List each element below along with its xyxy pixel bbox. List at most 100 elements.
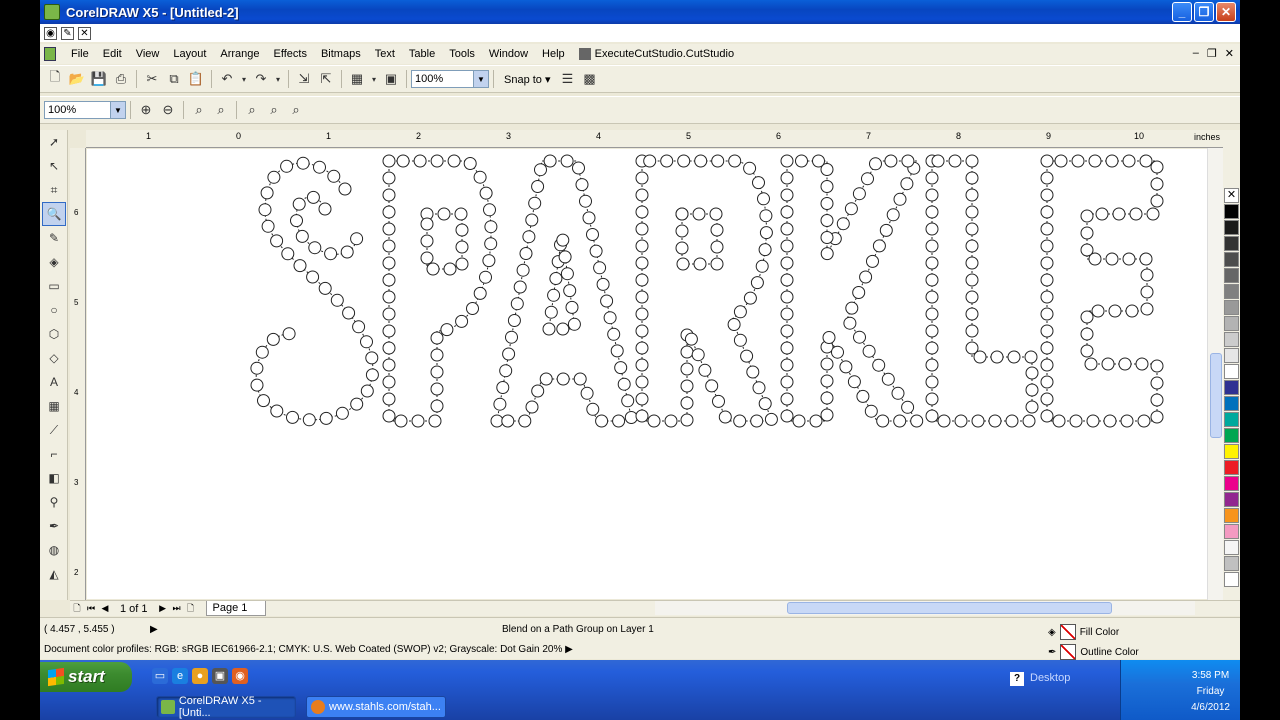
pin-icon[interactable]: ✎ [61, 26, 74, 40]
chevron-down-icon[interactable]: ▼ [473, 71, 488, 87]
internet-explorer-icon[interactable]: e [172, 668, 188, 684]
basic-shapes-tool-icon[interactable]: ◇ [42, 346, 66, 370]
palette-swatch[interactable] [1224, 268, 1239, 283]
palette-swatch[interactable] [1224, 444, 1239, 459]
fill-indicator[interactable]: ◈ Fill Color [1048, 624, 1119, 640]
menu-text[interactable]: Text [368, 48, 402, 60]
dimension-tool-icon[interactable]: ⟋ [42, 418, 66, 442]
menu-effects[interactable]: Effects [267, 48, 314, 60]
drawing-canvas[interactable] [87, 149, 1207, 599]
letter-outline-path[interactable] [1046, 160, 1158, 422]
palette-swatch[interactable] [1224, 396, 1239, 411]
options-icon[interactable]: ☰ [557, 68, 579, 90]
print-icon[interactable]: ⎙ [110, 68, 132, 90]
page-tab[interactable]: Page 1 [205, 601, 267, 616]
smart-fill-tool-icon[interactable]: ◈ [42, 250, 66, 274]
zoom-to-page-icon[interactable]: ⌕ [241, 99, 263, 121]
help-icon[interactable]: ? [1010, 672, 1024, 686]
palette-swatch[interactable] [1224, 524, 1239, 539]
first-page-icon[interactable]: ⏮ [84, 603, 98, 614]
clock[interactable]: 3:58 PM Friday 4/6/2012 [1191, 668, 1230, 716]
menu-arrange[interactable]: Arrange [213, 48, 266, 60]
close-box-icon[interactable]: ✕ [78, 26, 91, 40]
maximize-button[interactable]: ❐ [1194, 2, 1214, 22]
document-icon[interactable] [44, 47, 56, 61]
desktop-toolbar-label[interactable]: Desktop [1030, 672, 1070, 684]
ellipse-tool-icon[interactable]: ○ [42, 298, 66, 322]
start-button[interactable]: start [40, 662, 132, 692]
palette-swatch[interactable] [1224, 316, 1239, 331]
no-color-swatch[interactable]: ✕ [1224, 188, 1239, 203]
palette-swatch[interactable] [1224, 508, 1239, 523]
fill-tool-icon[interactable]: ◍ [42, 538, 66, 562]
zoom-in-icon[interactable]: ⊕ [135, 99, 157, 121]
menu-window[interactable]: Window [482, 48, 535, 60]
previous-page-icon[interactable]: ◀ [98, 603, 112, 614]
expand-arrow-icon[interactable]: ▶ [150, 624, 158, 635]
property-zoom-combo[interactable]: 100% ▼ [44, 101, 126, 119]
zoom-tool-icon[interactable]: 🔍 [42, 202, 66, 226]
task-browser[interactable]: www.stahls.com/stah... [306, 696, 446, 718]
palette-swatch[interactable] [1224, 252, 1239, 267]
palette-swatch[interactable] [1224, 364, 1239, 379]
next-page-icon[interactable]: ▶ [156, 603, 170, 614]
palette-swatch[interactable] [1224, 412, 1239, 427]
palette-swatch[interactable] [1224, 332, 1239, 347]
palette-swatch[interactable] [1224, 236, 1239, 251]
application-launcher-icon[interactable]: ▦ [346, 68, 368, 90]
menu-edit[interactable]: Edit [96, 48, 129, 60]
palette-swatch[interactable] [1224, 476, 1239, 491]
menu-view[interactable]: View [129, 48, 167, 60]
zoom-level-combo[interactable]: 100% ▼ [411, 70, 489, 88]
undo-icon[interactable]: ↶ [216, 68, 238, 90]
save-icon[interactable]: 💾 [88, 68, 110, 90]
last-page-icon[interactable]: ⏭ [170, 603, 184, 614]
palette-swatch[interactable] [1224, 204, 1239, 219]
menu-macro[interactable]: ExecuteCutStudio.CutStudio [572, 48, 741, 60]
media-icon[interactable]: ● [192, 668, 208, 684]
coreldraw-app-icon[interactable] [44, 4, 60, 20]
task-coreldraw[interactable]: CorelDRAW X5 - [Unti... [156, 695, 296, 719]
export-icon[interactable]: ⇱ [315, 68, 337, 90]
zoom-to-all-objects-icon[interactable]: ⌕ [210, 99, 232, 121]
horizontal-scrollbar[interactable] [655, 601, 1195, 615]
cut-icon[interactable]: ✂ [141, 68, 163, 90]
zoom-to-selected-icon[interactable]: ⌕ [188, 99, 210, 121]
sparkle-artwork[interactable] [87, 149, 1207, 599]
redo-dropdown-icon[interactable]: ▾ [272, 68, 284, 90]
welcome-screen-icon[interactable]: ▣ [380, 68, 402, 90]
doc-close-button[interactable]: ✕ [1225, 47, 1234, 60]
palette-swatch[interactable] [1224, 300, 1239, 315]
copy-icon[interactable]: ⧉ [163, 68, 185, 90]
horizontal-scroll-thumb[interactable] [787, 602, 1112, 614]
zoom-out-icon[interactable]: ⊖ [157, 99, 179, 121]
palette-swatch[interactable] [1224, 572, 1239, 587]
rectangle-tool-icon[interactable]: ▭ [42, 274, 66, 298]
palette-swatch[interactable] [1224, 348, 1239, 363]
palette-swatch[interactable] [1224, 460, 1239, 475]
open-icon[interactable]: 📂 [66, 68, 88, 90]
firefox-icon[interactable]: ◉ [232, 668, 248, 684]
palette-swatch[interactable] [1224, 284, 1239, 299]
minimize-button[interactable]: _ [1172, 2, 1192, 22]
shape-tool-icon[interactable]: ↖ [42, 154, 66, 178]
letter-outline-path[interactable] [931, 160, 1033, 422]
outline-indicator[interactable]: ✒ Outline Color [1048, 644, 1139, 660]
doc-minimize-button[interactable]: – [1193, 47, 1199, 60]
add-page-before-icon[interactable]: 🗋 [70, 601, 84, 617]
import-icon[interactable]: ⇲ [293, 68, 315, 90]
palette-swatch[interactable] [1224, 380, 1239, 395]
blend-tool-icon[interactable]: ◧ [42, 466, 66, 490]
redo-icon[interactable]: ↷ [250, 68, 272, 90]
palette-swatch[interactable] [1224, 556, 1239, 571]
pick-tool-icon[interactable]: ➚ [42, 130, 66, 154]
launcher-dropdown-icon[interactable]: ▾ [368, 68, 380, 90]
menu-bitmaps[interactable]: Bitmaps [314, 48, 368, 60]
chevron-down-icon[interactable]: ▼ [110, 102, 125, 118]
add-page-after-icon[interactable]: 🗋 [184, 601, 198, 617]
text-tool-icon[interactable]: A [42, 370, 66, 394]
letter-outline-path[interactable] [681, 213, 718, 265]
palette-swatch[interactable] [1224, 492, 1239, 507]
color-profile-info[interactable]: Document color profiles: RGB: sRGB IEC61… [44, 644, 573, 655]
record-icon[interactable]: ◉ [44, 26, 57, 40]
